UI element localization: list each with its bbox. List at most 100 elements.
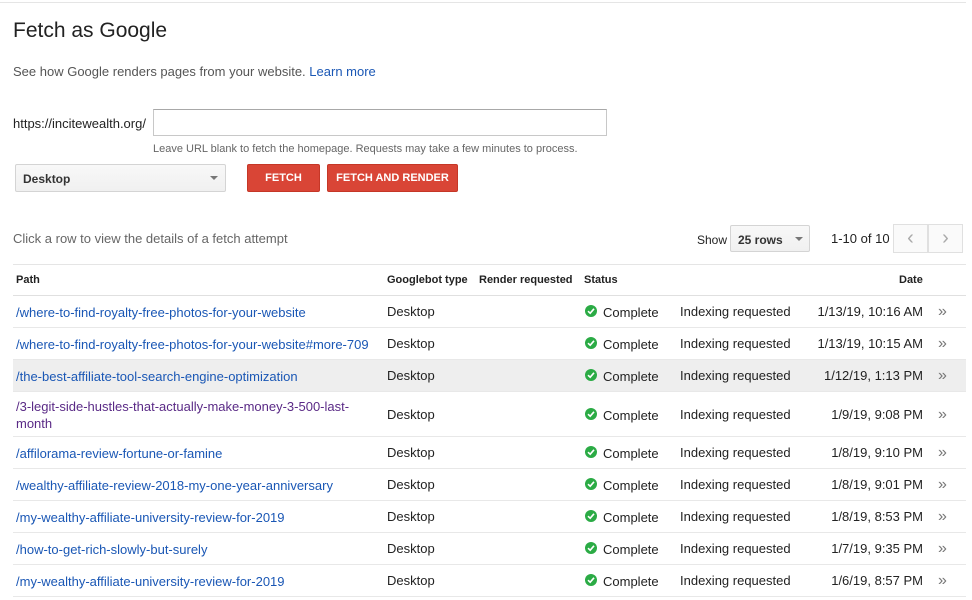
row-path-link[interactable]: /where-to-find-royalty-free-photos-for-y… <box>16 304 376 321</box>
row-status: Complete <box>603 337 659 352</box>
row-googlebot-type: Desktop <box>387 304 435 319</box>
row-status: Complete <box>603 305 659 320</box>
subtitle-text: See how Google renders pages from your w… <box>13 64 306 79</box>
row-googlebot-type: Desktop <box>387 541 435 556</box>
column-header-render-requested[interactable]: Render requested <box>479 274 573 286</box>
row-googlebot-type: Desktop <box>387 573 435 588</box>
table-row[interactable]: /where-to-find-royalty-free-photos-for-y… <box>13 328 966 360</box>
row-status: Complete <box>603 510 659 525</box>
chevron-double-right-icon[interactable]: » <box>938 540 947 558</box>
row-indexing-status: Indexing requested <box>680 573 791 588</box>
fetch-and-render-button[interactable]: FETCH AND RENDER <box>327 164 458 192</box>
row-hint: Click a row to view the details of a fet… <box>13 231 288 246</box>
chevron-right-icon: › <box>942 227 949 249</box>
row-status: Complete <box>603 369 659 384</box>
rows-per-page-value: 25 rows <box>738 233 783 247</box>
page-subtitle: See how Google renders pages from your w… <box>13 64 376 79</box>
row-path-link[interactable]: /affilorama-review-fortune-or-famine <box>16 445 376 462</box>
row-indexing-status: Indexing requested <box>680 477 791 492</box>
table-row[interactable]: /the-best-affiliate-tool-search-engine-o… <box>13 360 966 392</box>
row-indexing-status: Indexing requested <box>680 368 791 383</box>
row-date: 1/9/19, 9:08 PM <box>831 407 923 422</box>
chevron-double-right-icon[interactable]: » <box>938 335 947 353</box>
row-date: 1/6/19, 8:57 PM <box>831 573 923 588</box>
chevron-double-right-icon[interactable]: » <box>938 572 947 590</box>
check-circle-icon <box>585 446 597 458</box>
chevron-double-right-icon[interactable]: » <box>938 303 947 321</box>
table-row[interactable]: /affilorama-review-fortune-or-famine Desk… <box>13 437 966 469</box>
row-path-link[interactable]: /3-legit-side-hustles-that-actually-make… <box>16 398 376 432</box>
check-circle-icon <box>585 408 597 420</box>
device-select[interactable]: Desktop <box>15 164 226 192</box>
row-indexing-status: Indexing requested <box>680 336 791 351</box>
check-circle-icon <box>585 305 597 317</box>
column-header-path[interactable]: Path <box>16 274 40 286</box>
prev-page-button[interactable]: ‹ <box>893 224 928 253</box>
table-row[interactable]: /my-wealthy-affiliate-university-review-… <box>13 565 966 597</box>
row-indexing-status: Indexing requested <box>680 304 791 319</box>
check-circle-icon <box>585 574 597 586</box>
url-prefix-label: https://incitewealth.org/ <box>13 116 146 131</box>
caret-down-icon <box>795 237 803 241</box>
row-date: 1/8/19, 9:10 PM <box>831 445 923 460</box>
row-status: Complete <box>603 478 659 493</box>
row-path-link[interactable]: /where-to-find-royalty-free-photos-for-y… <box>16 336 376 353</box>
column-header-googlebot-type[interactable]: Googlebot type <box>387 274 468 286</box>
row-date: 1/12/19, 1:13 PM <box>823 368 923 383</box>
table-row[interactable]: /how-to-get-rich-slowly-but-surely Deskto… <box>13 533 966 565</box>
row-path-link[interactable]: /my-wealthy-affiliate-university-review-… <box>16 509 376 526</box>
row-googlebot-type: Desktop <box>387 407 435 422</box>
page-range: 1-10 of 10 <box>831 231 890 246</box>
row-googlebot-type: Desktop <box>387 336 435 351</box>
show-label: Show <box>697 233 728 247</box>
chevron-double-right-icon[interactable]: » <box>938 406 947 424</box>
row-indexing-status: Indexing requested <box>680 509 791 524</box>
chevron-left-icon: ‹ <box>907 227 914 249</box>
row-status: Complete <box>603 446 659 461</box>
row-status: Complete <box>603 408 659 423</box>
url-hint: Leave URL blank to fetch the homepage. R… <box>153 143 578 155</box>
table-row[interactable]: /my-wealthy-affiliate-university-review-… <box>13 501 966 533</box>
check-circle-icon <box>585 542 597 554</box>
check-circle-icon <box>585 510 597 522</box>
chevron-double-right-icon[interactable]: » <box>938 444 947 462</box>
row-googlebot-type: Desktop <box>387 509 435 524</box>
check-circle-icon <box>585 369 597 381</box>
row-date: 1/8/19, 9:01 PM <box>831 477 923 492</box>
row-status: Complete <box>603 542 659 557</box>
row-indexing-status: Indexing requested <box>680 541 791 556</box>
url-input[interactable] <box>153 109 607 136</box>
row-path-link[interactable]: /wealthy-affiliate-review-2018-my-one-ye… <box>16 477 376 494</box>
rows-per-page-select[interactable]: 25 rows <box>730 225 810 252</box>
row-date: 1/13/19, 10:15 AM <box>817 336 923 351</box>
table-header: Path Googlebot type Render requested Sta… <box>13 264 966 296</box>
chevron-double-right-icon[interactable]: » <box>938 367 947 385</box>
chevron-double-right-icon[interactable]: » <box>938 476 947 494</box>
row-date: 1/13/19, 10:16 AM <box>817 304 923 319</box>
page-title: Fetch as Google <box>13 19 168 42</box>
column-header-status[interactable]: Status <box>584 274 618 286</box>
device-select-value: Desktop <box>23 172 71 186</box>
top-divider <box>0 2 966 3</box>
table-body: /where-to-find-royalty-free-photos-for-y… <box>13 296 966 597</box>
row-date: 1/8/19, 8:53 PM <box>831 509 923 524</box>
learn-more-link[interactable]: Learn more <box>309 64 375 79</box>
check-circle-icon <box>585 337 597 349</box>
row-date: 1/7/19, 9:35 PM <box>831 541 923 556</box>
row-googlebot-type: Desktop <box>387 368 435 383</box>
row-status: Complete <box>603 574 659 589</box>
check-circle-icon <box>585 478 597 490</box>
table-row[interactable]: /3-legit-side-hustles-that-actually-make… <box>13 392 966 437</box>
fetch-button[interactable]: FETCH <box>247 164 320 192</box>
table-row[interactable]: /wealthy-affiliate-review-2018-my-one-ye… <box>13 469 966 501</box>
chevron-double-right-icon[interactable]: » <box>938 508 947 526</box>
next-page-button[interactable]: › <box>928 224 963 253</box>
caret-down-icon <box>210 176 218 180</box>
row-path-link[interactable]: /how-to-get-rich-slowly-but-surely <box>16 541 376 558</box>
table-row[interactable]: /where-to-find-royalty-free-photos-for-y… <box>13 296 966 328</box>
row-path-link[interactable]: /my-wealthy-affiliate-university-review-… <box>16 573 376 590</box>
fetch-history-table: Path Googlebot type Render requested Sta… <box>13 264 966 597</box>
row-path-link[interactable]: /the-best-affiliate-tool-search-engine-o… <box>16 368 376 385</box>
column-header-date[interactable]: Date <box>899 274 923 286</box>
row-indexing-status: Indexing requested <box>680 407 791 422</box>
